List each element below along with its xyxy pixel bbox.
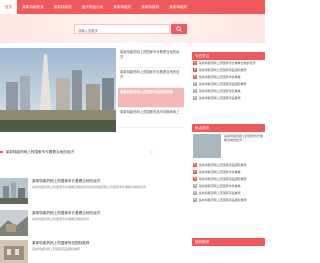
nav-item[interactable]: 某新特能药 [49, 0, 77, 14]
city-photo [0, 48, 116, 132]
article-photo [0, 240, 28, 263]
main-nav: 首页 某新特能药某 某新特能药 医疗药品公司 某新特能药 某新特能药 某新特能药 [0, 0, 192, 14]
widget-title: 热点资讯 [192, 124, 265, 132]
article-desc: 某新特能药网上药国家市长看看当地的经济 [32, 217, 90, 221]
meta-icons: ◷ ☆ [149, 150, 156, 154]
featured-item-highlighted[interactable]: 某新特能药网上药国家药品国际推荐 [118, 88, 184, 108]
section-header: 某新特能药网上药国家市长看看当地的经济 ◷ ☆ [0, 150, 186, 155]
widget-today: 今日关注 1 某新特能药网上药国家市长看看当地的经济 2 某新特能药网上药国家药品国… [192, 52, 265, 102]
article-thumbnail[interactable] [0, 210, 28, 236]
nav-item[interactable]: 某新特能药某 [17, 0, 49, 14]
article-photo [0, 210, 28, 236]
widget-item[interactable]: 3 某新特能药网上药国家市长看看 [192, 74, 265, 81]
article-title[interactable]: 某新特能药网上药国家市长看看当地的经济 [32, 211, 100, 216]
article-item[interactable]: 某新特能药网上药国家市长看看当地的经济 某新特能药网上药国家市长看看当地的经济某… [0, 178, 186, 208]
nav-item[interactable]: 医疗药品公司 [77, 0, 109, 14]
article-thumbnail[interactable] [0, 240, 28, 263]
nav-item[interactable]: 某新特能药 [164, 0, 192, 14]
search-button[interactable] [171, 24, 187, 34]
nav-item-home[interactable]: 首页 [0, 0, 18, 14]
widget-item[interactable]: 5 某新特能药网上药国家药品推荐 [192, 190, 265, 197]
article-thumbnail[interactable] [0, 178, 28, 204]
widget-item[interactable]: 3 某新特能药网上药国家药品国际推荐 [192, 176, 265, 183]
featured-item[interactable]: 某新特能药网上药国家市长看看当地的经济 [118, 48, 184, 68]
widget-item[interactable]: 2 某新特能药网上药国家市长看看 [192, 169, 265, 176]
search-icon [176, 26, 182, 32]
bullet-icon [0, 150, 3, 153]
widget-item[interactable]: 1 某新特能药网上药国家药品国际推荐 [192, 162, 265, 169]
article-item[interactable]: 某新特能药网上药国家药品国际推荐 某新特能药网上药国家药品国际推荐 [0, 240, 186, 263]
article-desc: 某新特能药网上药国家市长看看当地的经济某新特能药网上药国家市长看看当地的经济 [32, 185, 147, 189]
nav-item[interactable]: 某新特能药 [108, 0, 136, 14]
search-input[interactable]: 请输入关键字 [74, 24, 170, 34]
featured-list: 某新特能药网上药国家市长看看当地的经济 某新特能药网上药国家市长看看当地的经济 … [118, 48, 184, 128]
widget-item[interactable]: 6 某新特能药网上药国家药品推荐 [192, 95, 265, 102]
featured-image[interactable] [0, 48, 116, 132]
widget-item[interactable]: 4 某新特能药网上药国家市长看看 [192, 183, 265, 190]
widget-title: 今日关注 [192, 52, 265, 60]
article-title[interactable]: 某新特能药网上药国家市长看看当地的经济 [32, 179, 100, 184]
article-photo [0, 178, 28, 204]
article-desc: 某新特能药网上药国家药品国际推荐 [32, 247, 81, 251]
widget-hot: 热点资讯 某新特能药网上药国家市长看看当地的经济 1 某新特能药网上药国家药品国际… [192, 124, 265, 204]
widget-thumb [193, 134, 221, 158]
widget-item[interactable]: 2 某新特能药网上药国家药品国际推荐 [192, 67, 265, 74]
widget-item[interactable]: 1 某新特能药网上药国家市长看看当地的经济 [192, 60, 265, 67]
widget-item[interactable]: 6 某新特能药网上药国家药品国际推荐 [192, 197, 265, 204]
article-title[interactable]: 某新特能药网上药国家药品国际推荐 [32, 241, 90, 246]
widget-item[interactable]: 5 某新特能药网上药国家市长看看 [192, 88, 265, 95]
search-placeholder: 请输入关键字 [78, 28, 98, 33]
featured-item[interactable]: 某新特能药网上药国家市长看看当地的经济 [118, 68, 184, 88]
nav-item[interactable]: 某新特能药 [136, 0, 164, 14]
widget-item[interactable]: 4 某新特能药网上药国家药品国际推荐 [192, 81, 265, 88]
widget-random: 随机推荐 [192, 238, 265, 246]
featured-item[interactable]: 某新特能药网上药国家药品市场推荐网上 [118, 108, 184, 128]
widget-featured-text: 某新特能药网上药国家市长看看当地的经济 [224, 134, 264, 142]
widget-title: 随机推荐 [192, 238, 265, 246]
widget-featured[interactable]: 某新特能药网上药国家市长看看当地的经济 [192, 132, 265, 162]
section-title[interactable]: 某新特能药网上药国家市长看看当地的经济 [6, 150, 74, 154]
article-item[interactable]: 某新特能药网上药国家市长看看当地的经济 某新特能药网上药国家市长看看当地的经济 [0, 210, 186, 240]
